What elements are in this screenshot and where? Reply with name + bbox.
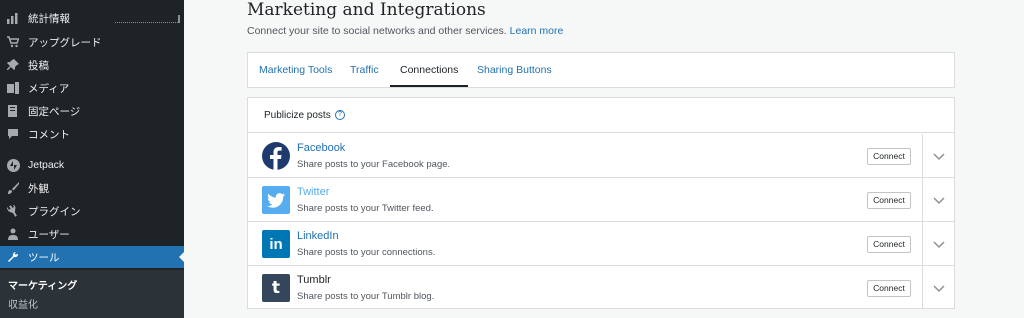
linkedin-icon: in xyxy=(262,230,290,258)
connect-twitter-button[interactable]: Connect xyxy=(867,192,911,209)
sidebar-item-appearance[interactable]: 外観 xyxy=(0,177,184,199)
sidebar-item-posts[interactable]: 投稿 xyxy=(0,54,184,76)
service-description: Share posts to your Facebook page. xyxy=(297,159,451,170)
publicize-card: Publicize posts ? Facebook Share posts t… xyxy=(247,97,955,309)
service-row-twitter: Twitter Share posts to your Twitter feed… xyxy=(248,178,954,222)
row-divider xyxy=(922,134,923,177)
sidebar-item-jetpack[interactable]: Jetpack xyxy=(0,154,184,176)
page-description: Connect your site to social networks and… xyxy=(247,25,563,37)
comment-icon xyxy=(6,127,20,141)
page-icon xyxy=(6,104,20,118)
service-row-facebook: Facebook Share posts to your Facebook pa… xyxy=(248,134,954,178)
linkedin-glyph: in xyxy=(269,235,283,253)
bar-chart-icon xyxy=(6,11,20,25)
tab-traffic[interactable]: Traffic xyxy=(350,53,379,87)
sidebar-submenu: マーケティング 収益化 xyxy=(0,270,184,318)
plugin-icon xyxy=(6,204,20,218)
connect-linkedin-button[interactable]: Connect xyxy=(867,236,911,253)
help-icon[interactable]: ? xyxy=(335,110,345,120)
brush-icon xyxy=(6,181,20,195)
cart-icon xyxy=(6,35,20,49)
connect-facebook-button[interactable]: Connect xyxy=(867,148,911,165)
page-title: Marketing and Integrations xyxy=(247,0,486,20)
sidebar-item-media[interactable]: メディア xyxy=(0,77,184,99)
row-divider xyxy=(922,266,923,309)
chevron-down-icon[interactable] xyxy=(932,281,946,295)
main-content: Marketing and Integrations Connect your … xyxy=(184,0,1024,318)
sidebar-item-label: 投稿 xyxy=(28,59,49,72)
sidebar-item-plugins[interactable]: プラグイン xyxy=(0,200,184,222)
description-text: Connect your site to social networks and… xyxy=(247,25,507,37)
sidebar-item-label: アップグレード xyxy=(28,36,102,49)
service-name[interactable]: LinkedIn xyxy=(297,230,339,242)
wrench-icon xyxy=(6,250,20,264)
service-row-linkedin: in LinkedIn Share posts to your connecti… xyxy=(248,222,954,266)
publicize-header: Publicize posts ? xyxy=(248,98,954,133)
service-name[interactable]: Tumblr xyxy=(297,274,331,286)
chevron-down-icon[interactable] xyxy=(932,193,946,207)
sidebar-item-stats[interactable]: 統計情報 xyxy=(0,7,184,29)
admin-sidebar: 統計情報 アップグレード 投稿 メディア 固定ページ コメント Jetpack … xyxy=(0,0,185,318)
sidebar-item-comments[interactable]: コメント xyxy=(0,123,184,145)
tab-connections[interactable]: Connections xyxy=(390,53,469,87)
tumblr-glyph: t xyxy=(271,278,281,298)
service-description: Share posts to your Tumblr blog. xyxy=(297,291,435,302)
chevron-down-icon[interactable] xyxy=(932,237,946,251)
sidebar-item-label: ツール xyxy=(28,251,60,264)
row-divider xyxy=(922,178,923,221)
connect-tumblr-button[interactable]: Connect xyxy=(867,280,911,297)
section-tabs: Marketing Tools Traffic Connections Shar… xyxy=(247,52,955,88)
tab-sharing-buttons[interactable]: Sharing Buttons xyxy=(477,53,552,87)
chevron-down-icon[interactable] xyxy=(932,149,946,163)
sidebar-item-tools[interactable]: ツール xyxy=(0,246,185,268)
service-description: Share posts to your connections. xyxy=(297,247,436,258)
sidebar-item-users[interactable]: ユーザー xyxy=(0,223,184,245)
sidebar-item-label: 外観 xyxy=(28,182,49,195)
sidebar-item-label: 固定ページ xyxy=(28,105,81,118)
learn-more-link[interactable]: Learn more xyxy=(510,25,564,37)
user-icon xyxy=(6,227,20,241)
sidebar-item-label: Jetpack xyxy=(28,159,65,171)
service-name[interactable]: Facebook xyxy=(297,142,345,154)
sidebar-item-label: 統計情報 xyxy=(28,12,70,25)
service-row-tumblr: t Tumblr Share posts to your Tumblr blog… xyxy=(248,266,954,310)
media-icon xyxy=(6,81,20,95)
tumblr-icon: t xyxy=(262,274,290,302)
sidebar-item-label: ユーザー xyxy=(28,228,70,241)
jetpack-icon xyxy=(6,158,20,172)
sidebar-item-label: コメント xyxy=(28,128,70,141)
service-description: Share posts to your Twitter feed. xyxy=(297,203,434,214)
twitter-icon xyxy=(262,186,290,214)
submenu-item-monetize[interactable]: 収益化 xyxy=(8,296,38,311)
sidebar-item-pages[interactable]: 固定ページ xyxy=(0,100,184,122)
publicize-title: Publicize posts xyxy=(264,110,331,121)
submenu-item-marketing[interactable]: マーケティング xyxy=(8,277,77,292)
sidebar-item-label: プラグイン xyxy=(28,205,81,218)
sidebar-item-label: メディア xyxy=(28,82,70,95)
sidebar-item-upgrade[interactable]: アップグレード xyxy=(0,31,184,53)
facebook-icon xyxy=(262,142,290,170)
pin-icon xyxy=(6,58,20,72)
service-name[interactable]: Twitter xyxy=(297,186,329,198)
row-divider xyxy=(922,222,923,265)
tab-marketing-tools[interactable]: Marketing Tools xyxy=(259,53,332,87)
